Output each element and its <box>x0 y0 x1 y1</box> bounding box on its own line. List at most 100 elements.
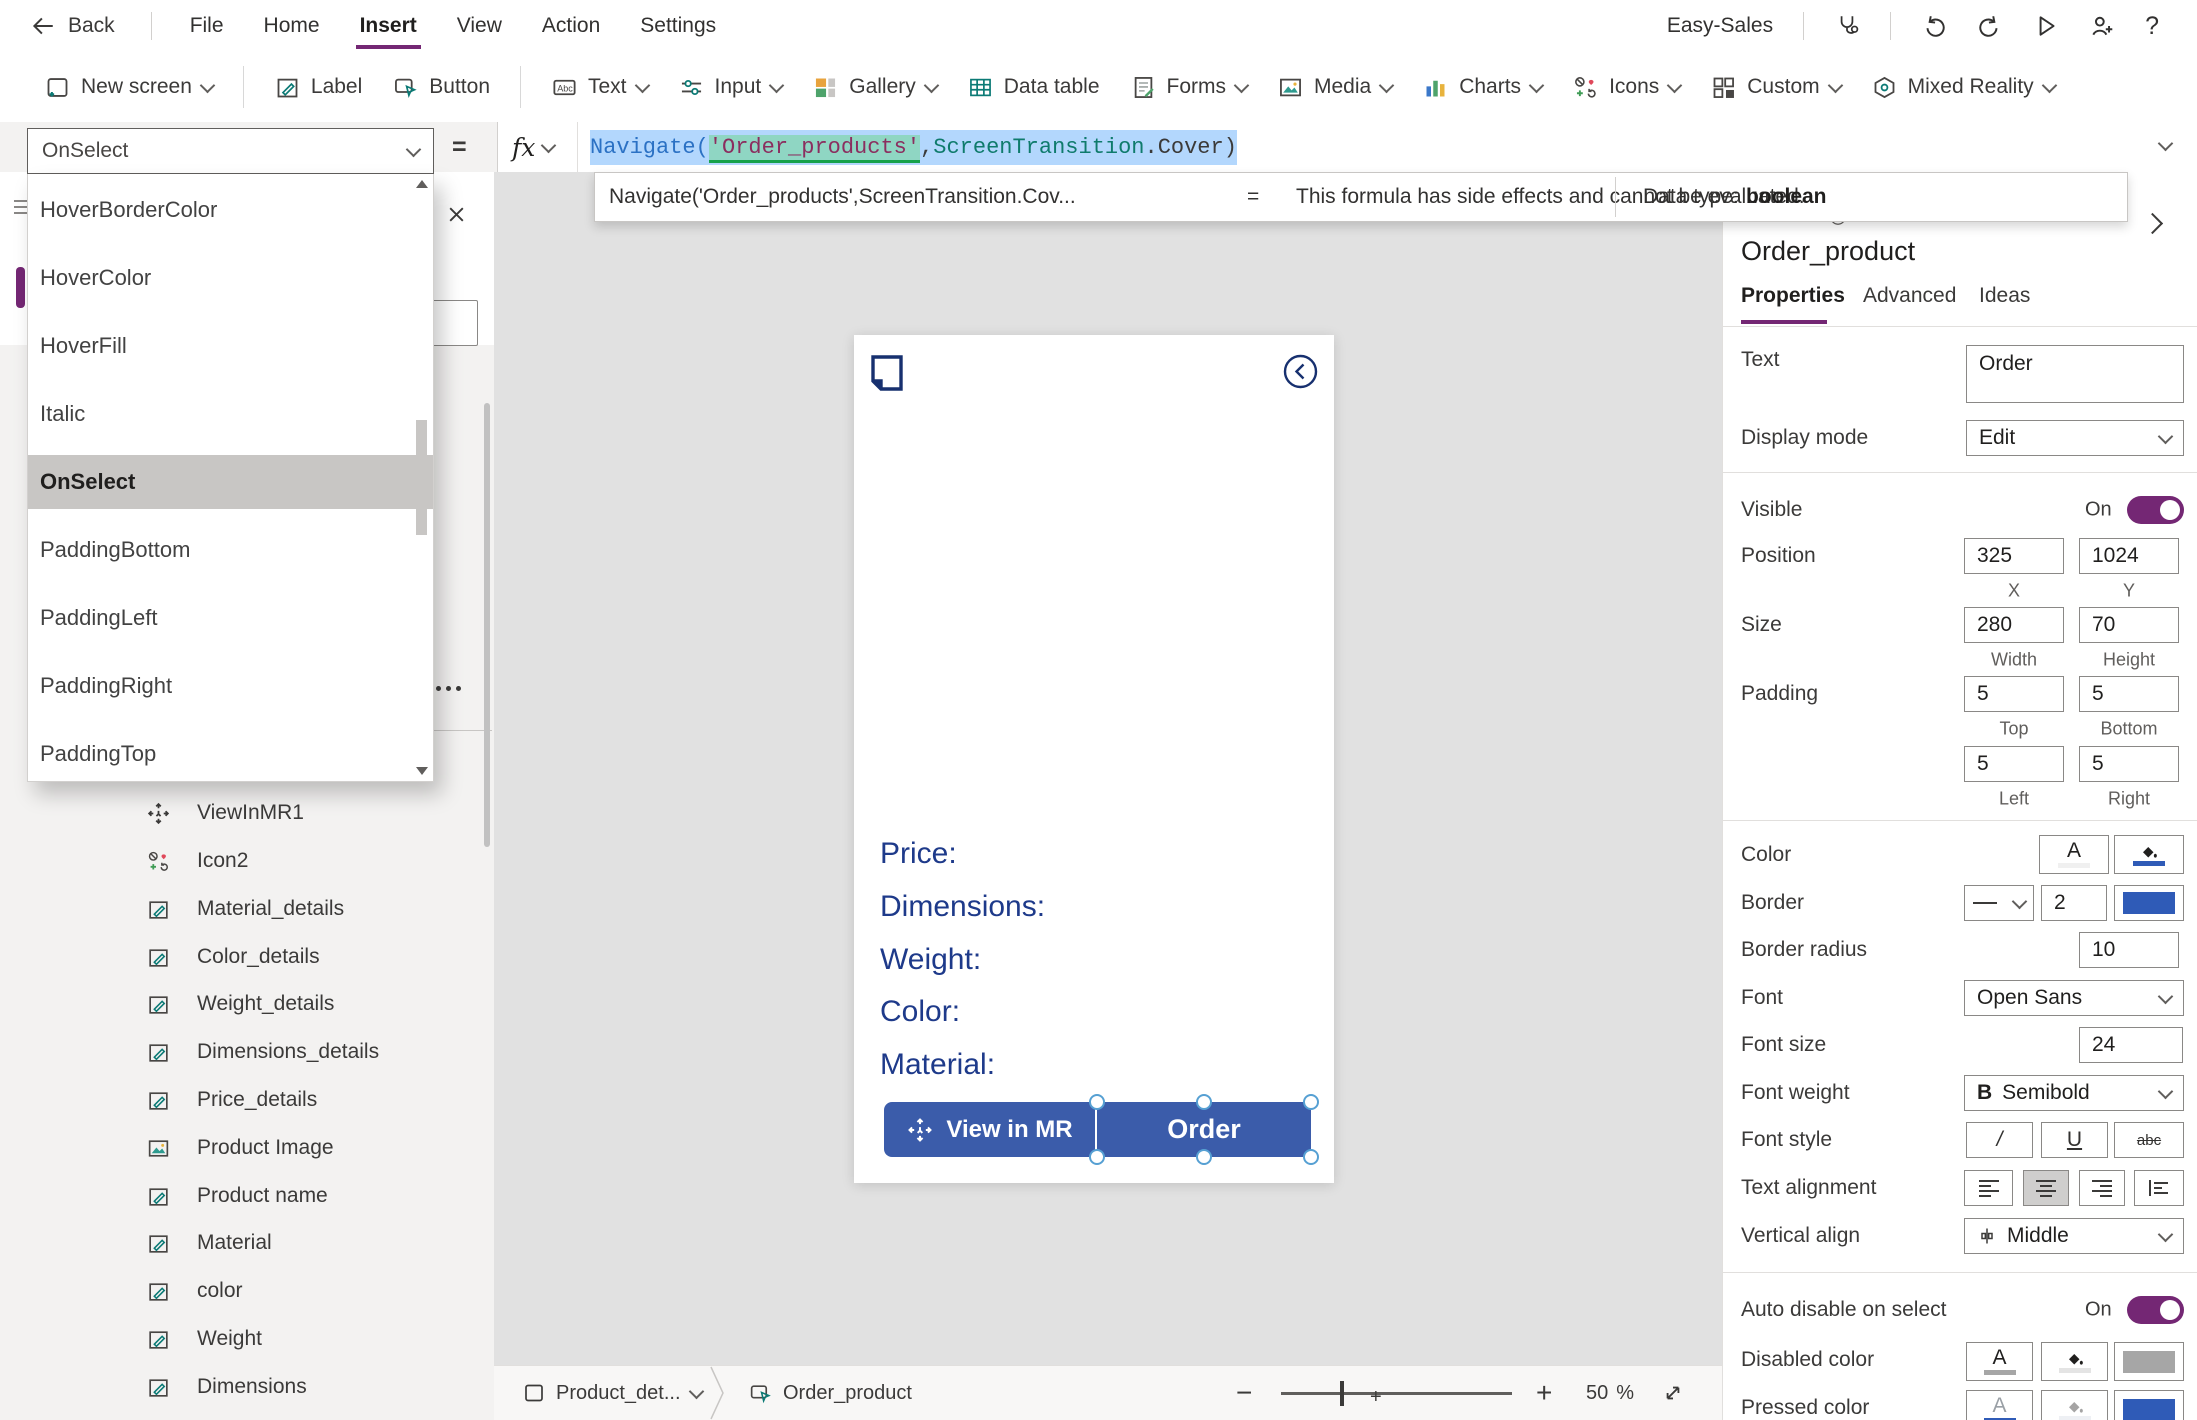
dropdown-item-onselect[interactable]: OnSelect <box>28 455 433 509</box>
tab-ideas[interactable]: Ideas <box>1979 284 2030 308</box>
selection-handle[interactable] <box>1303 1149 1319 1165</box>
padding-top-input[interactable]: 5 <box>1964 676 2064 712</box>
phone-screen[interactable]: Price: Dimensions: Weight: Color: Materi… <box>854 335 1334 1183</box>
dropdown-item-hoverfill[interactable]: HoverFill <box>28 319 433 373</box>
selection-handle[interactable] <box>1196 1149 1212 1165</box>
redo-icon[interactable] <box>1977 13 2003 39</box>
menu-settings[interactable]: Settings <box>638 10 718 42</box>
menu-action[interactable]: Action <box>540 10 602 42</box>
position-y-input[interactable]: 1024 <box>2079 538 2179 574</box>
align-center-button[interactable] <box>2023 1170 2069 1206</box>
pressed-color-swatch-button[interactable] <box>2114 1390 2184 1420</box>
disabled-text-color-button[interactable]: A <box>1966 1342 2033 1381</box>
undo-icon[interactable] <box>1921 13 1947 39</box>
padding-left-input[interactable]: 5 <box>1964 746 2064 782</box>
tree-item-material[interactable]: Material <box>146 1223 272 1263</box>
visible-toggle[interactable] <box>2127 496 2184 524</box>
tree-scrollbar[interactable] <box>484 403 490 847</box>
disabled-fill-color-button[interactable] <box>2041 1342 2108 1381</box>
font-size-input[interactable]: 24 <box>2079 1027 2183 1063</box>
tab-properties[interactable]: Properties <box>1741 284 1845 308</box>
tab-advanced[interactable]: Advanced <box>1863 284 1956 308</box>
auto-disable-toggle[interactable] <box>2127 1296 2184 1324</box>
selection-handle[interactable] <box>1089 1094 1105 1110</box>
dropdown-item-hoverbordercolor[interactable]: HoverBorderColor <box>28 183 433 237</box>
vertical-align-select[interactable]: Middle <box>1964 1218 2184 1254</box>
dropdown-item-paddingbottom[interactable]: PaddingBottom <box>28 523 433 577</box>
scroll-down-icon[interactable] <box>416 767 428 775</box>
selection-handle[interactable] <box>1196 1094 1212 1110</box>
dropdown-item-paddingleft[interactable]: PaddingLeft <box>28 591 433 645</box>
ribbon-data-table[interactable]: Data table <box>967 74 1100 101</box>
tree-item-viewinmr1[interactable]: ViewInMR1 <box>146 793 304 833</box>
tree-item-color[interactable]: color <box>146 1271 243 1311</box>
dropdown-scrollbar[interactable] <box>414 174 430 781</box>
menu-home[interactable]: Home <box>262 10 322 42</box>
font-select[interactable]: Open Sans <box>1964 980 2184 1016</box>
formula-input[interactable]: Navigate('Order_products',ScreenTransiti… <box>590 122 1237 172</box>
tree-item-product-name[interactable]: Product name <box>146 1176 328 1216</box>
ribbon-forms[interactable]: Forms <box>1130 74 1248 101</box>
price-label[interactable]: Price: <box>880 837 957 871</box>
dimensions-label[interactable]: Dimensions: <box>880 890 1045 924</box>
scroll-up-icon[interactable] <box>416 180 428 188</box>
padding-bottom-input[interactable]: 5 <box>2079 676 2179 712</box>
italic-button[interactable]: / <box>1966 1122 2033 1158</box>
ribbon-new-screen[interactable]: New screen <box>44 74 213 101</box>
align-justify-button[interactable] <box>2134 1170 2184 1206</box>
dropdown-item-paddingright[interactable]: PaddingRight <box>28 659 433 713</box>
ribbon-label[interactable]: Label <box>274 74 362 101</box>
close-search-icon[interactable] <box>446 204 467 225</box>
collapse-panel-button[interactable] <box>2145 216 2160 236</box>
fill-color-button[interactable] <box>2114 835 2184 874</box>
tree-item-product-image[interactable]: Product Image <box>146 1128 334 1168</box>
menu-file[interactable]: File <box>188 10 226 42</box>
border-radius-input[interactable]: 10 <box>2079 932 2179 968</box>
dropdown-item-italic[interactable]: Italic <box>28 387 433 441</box>
tree-item-material-details[interactable]: Material_details <box>146 889 344 929</box>
fit-to-window-icon[interactable] <box>1660 1380 1686 1406</box>
ribbon-icons[interactable]: Icons <box>1572 74 1680 101</box>
color-label[interactable]: Color: <box>880 995 960 1029</box>
menu-insert[interactable]: Insert <box>358 10 419 42</box>
tree-item-dimensions-details[interactable]: Dimensions_details <box>146 1032 379 1072</box>
underline-button[interactable]: U <box>2041 1122 2108 1158</box>
ribbon-gallery[interactable]: Gallery <box>812 74 937 101</box>
canvas-area[interactable]: Price: Dimensions: Weight: Color: Materi… <box>494 172 1722 1365</box>
width-input[interactable]: 280 <box>1964 607 2064 643</box>
pressed-text-color-button[interactable]: A <box>1966 1390 2033 1420</box>
ribbon-charts[interactable]: Charts <box>1422 74 1542 101</box>
fx-button[interactable]: fx <box>512 122 554 172</box>
text-color-button[interactable]: A <box>2039 835 2109 874</box>
dropdown-item-hovercolor[interactable]: HoverColor <box>28 251 433 305</box>
ribbon-custom[interactable]: Custom <box>1710 74 1840 101</box>
tree-item-dimensions[interactable]: Dimensions <box>146 1367 307 1407</box>
height-input[interactable]: 70 <box>2079 607 2179 643</box>
tree-item-icon2[interactable]: Icon2 <box>146 841 248 881</box>
tree-item-color-details[interactable]: Color_details <box>146 937 320 977</box>
property-selector[interactable]: OnSelect <box>27 128 434 174</box>
align-right-button[interactable] <box>2079 1170 2125 1206</box>
zoom-in-button[interactable]: + <box>1536 1366 1552 1420</box>
text-property-input[interactable]: Order <box>1966 345 2184 403</box>
zoom-out-button[interactable]: − <box>1236 1366 1252 1420</box>
view-in-mr-button[interactable]: View in MR <box>884 1102 1095 1157</box>
zoom-slider-thumb[interactable] <box>1340 1381 1344 1406</box>
ribbon-text[interactable]: Abc Text <box>551 74 648 101</box>
tree-item-weight[interactable]: Weight <box>146 1319 262 1359</box>
tree-item-overflow-icon[interactable] <box>436 686 461 691</box>
disabled-color-swatch-button[interactable] <box>2114 1342 2184 1381</box>
ribbon-button[interactable]: Button <box>392 74 490 101</box>
menu-view[interactable]: View <box>455 10 504 42</box>
dropdown-item-paddingtop[interactable]: PaddingTop <box>28 727 433 781</box>
note-icon[interactable] <box>866 352 908 394</box>
weight-label[interactable]: Weight: <box>880 943 981 977</box>
border-width-input[interactable]: 2 <box>2041 885 2107 921</box>
ribbon-input[interactable]: Input <box>678 74 783 101</box>
zoom-slider-track[interactable] <box>1281 1392 1512 1395</box>
back-circle-icon[interactable] <box>1283 354 1318 389</box>
screen-selector[interactable]: Product_det... <box>522 1366 702 1420</box>
selected-control-breadcrumb[interactable]: Order_product <box>748 1366 912 1420</box>
strikethrough-button[interactable]: abc <box>2114 1122 2184 1158</box>
font-weight-select[interactable]: BSemibold <box>1964 1075 2184 1111</box>
